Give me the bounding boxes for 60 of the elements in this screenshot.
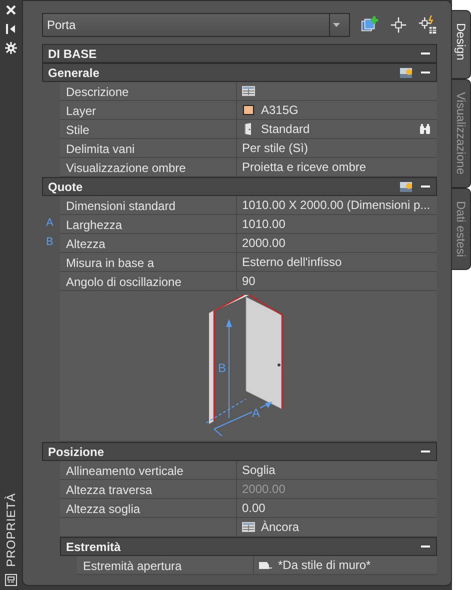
property-label: Angolo di oscillazione <box>66 275 182 289</box>
section-header[interactable]: Posizione <box>42 442 437 461</box>
property-value[interactable]: 2000.00 <box>242 236 286 250</box>
properties-icon[interactable] <box>5 574 17 586</box>
settings-icon[interactable] <box>5 42 17 54</box>
quick-select-icon[interactable] <box>418 15 437 35</box>
panel-tab[interactable]: Design <box>452 10 471 80</box>
display-icon[interactable] <box>399 180 413 194</box>
table-icon[interactable] <box>242 85 255 97</box>
property-value[interactable]: *Da stile di muro* <box>278 558 371 572</box>
property-label: Altezza <box>66 237 106 251</box>
property-label: Estremità apertura <box>83 559 182 573</box>
height-dimension-label: B <box>218 361 226 375</box>
section-header[interactable]: Generale <box>42 63 437 82</box>
property-value[interactable]: Proietta e riceve ombre <box>242 160 366 174</box>
dimension-marker: B <box>46 236 54 248</box>
property-value[interactable]: Àncora <box>261 520 300 534</box>
property-value[interactable]: 90 <box>242 274 256 288</box>
property-value[interactable]: A315G <box>261 103 298 117</box>
property-label: Altezza traversa <box>66 483 152 497</box>
property-label: Misura in base a <box>66 256 154 270</box>
property-label: Stile <box>66 123 90 137</box>
property-label: Allineamento verticale <box>66 464 184 478</box>
property-value[interactable]: 1010.00 <box>242 217 286 231</box>
property-label: Delimita vani <box>66 142 135 156</box>
property-label: Altezza soglia <box>66 502 140 516</box>
section-title: Estremità <box>66 540 122 554</box>
property-value[interactable]: Per stile (Sì) <box>242 141 308 155</box>
panel-tab[interactable]: Dati estesi <box>452 188 471 270</box>
property-value[interactable]: Soglia <box>242 463 276 477</box>
close-icon[interactable] <box>5 4 17 16</box>
property-label: Descrizione <box>66 85 129 99</box>
property-label: Dimensioni standard <box>66 199 176 213</box>
dimension-marker: A <box>46 217 54 229</box>
property-value[interactable]: Esterno dell'infisso <box>242 255 342 269</box>
section-title: Generale <box>48 66 100 80</box>
width-dimension-label: A <box>252 406 260 420</box>
object-type-dropdown[interactable]: Porta <box>42 13 350 37</box>
section-header[interactable]: Estremità <box>60 537 437 556</box>
palette-title: PROPRIETÀ <box>4 493 18 567</box>
section-title: Posizione <box>48 444 106 458</box>
binoculars-icon[interactable] <box>419 123 431 135</box>
section-header[interactable]: Quote <box>42 177 437 196</box>
section-title: DI BASE <box>48 46 98 60</box>
section-header[interactable]: DI BASE <box>42 44 437 63</box>
layer-color-swatch <box>242 104 255 116</box>
panel-tab[interactable]: Visualizzazione <box>452 79 471 188</box>
property-label: Visualizzazione ombre <box>66 161 186 175</box>
section-title: Quote <box>48 180 84 194</box>
property-label: Layer <box>66 104 96 118</box>
property-value[interactable]: Standard <box>261 122 310 136</box>
table-icon[interactable] <box>242 521 255 533</box>
crosshair-icon[interactable] <box>388 15 408 35</box>
end-cap-icon <box>259 559 272 571</box>
property-value[interactable]: 0.00 <box>242 501 266 515</box>
auto-hide-icon[interactable] <box>5 23 17 35</box>
property-value[interactable]: 1010.00 X 2000.00 (Dimensioni p... <box>242 198 430 212</box>
property-label: Larghezza <box>66 218 122 232</box>
display-icon[interactable] <box>399 66 413 80</box>
caret-icon <box>332 23 340 27</box>
